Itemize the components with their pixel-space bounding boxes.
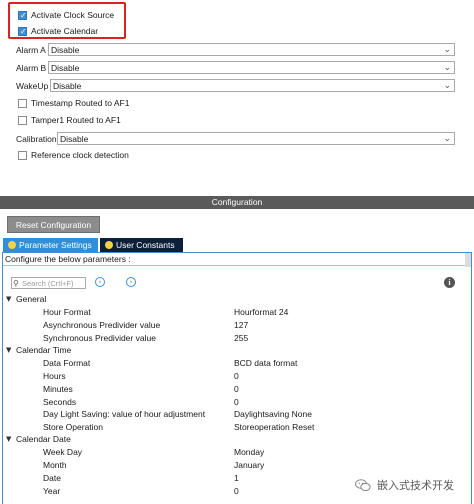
tamper1-af1-option[interactable]: Tamper1 Routed to AF1 (18, 113, 121, 127)
param-row[interactable]: Asynchronous Predivider value 127 (0, 319, 470, 332)
param-value[interactable]: 1 (234, 472, 239, 485)
activate-calendar-label: Activate Calendar (31, 26, 99, 36)
timestamp-af1-option[interactable]: Timestamp Routed to AF1 (18, 96, 129, 110)
tab-user-constants[interactable]: User Constants (100, 238, 183, 252)
alarm-b-row: Alarm B (16, 61, 46, 74)
chevron-down-icon: ⌄ (443, 81, 451, 91)
checkbox-unchecked-icon[interactable] (18, 98, 27, 108)
timestamp-af1-label: Timestamp Routed to AF1 (31, 98, 130, 108)
status-dot-icon (8, 241, 16, 249)
param-name: Day Light Saving: value of hour adjustme… (43, 409, 206, 419)
param-value[interactable]: 0 (234, 370, 239, 383)
next-result-icon[interactable]: › (126, 277, 136, 287)
search-icon: ⚲ (13, 279, 19, 288)
param-value[interactable]: BCD data format (234, 357, 297, 370)
param-value[interactable]: 127 (234, 319, 248, 332)
param-row[interactable]: Minutes 0 (0, 383, 470, 396)
configuration-header: Configuration (0, 196, 474, 209)
checkbox-unchecked-icon[interactable] (18, 150, 27, 160)
activate-clock-source-label: Activate Clock Source (31, 10, 115, 20)
alarm-a-select[interactable]: Disable ⌄ (48, 43, 455, 56)
chevron-down-icon: ▼ (6, 435, 12, 443)
param-value[interactable]: 0 (234, 383, 239, 396)
param-name: Hours (43, 371, 66, 381)
info-icon[interactable]: i (444, 277, 455, 288)
activate-calendar-option[interactable]: Activate Calendar (18, 24, 98, 38)
checkbox-checked-icon[interactable] (18, 26, 27, 36)
group-title: Calendar Date (16, 434, 71, 444)
wakeup-select[interactable]: Disable ⌄ (50, 79, 455, 92)
param-row[interactable]: Hour Format Hourformat 24 (0, 306, 470, 319)
wakeup-row: WakeUp (16, 79, 48, 92)
alarm-b-value: Disable (51, 62, 80, 73)
scrollbar[interactable] (465, 253, 471, 267)
search-placeholder: Search (Crtl+F) (22, 278, 74, 288)
alarm-b-select[interactable]: Disable ⌄ (48, 61, 455, 74)
watermark-text: 嵌入式技术开发 (377, 480, 454, 492)
wakeup-label: WakeUp (16, 80, 49, 91)
param-row[interactable]: Day Light Saving: value of hour adjustme… (0, 408, 470, 421)
param-name: Month (43, 460, 67, 470)
chevron-down-icon: ▼ (6, 295, 12, 303)
rtc-mode-panel: Activate Clock Source Activate Calendar … (0, 0, 474, 190)
group-title: Calendar Time (16, 345, 72, 355)
alarm-a-label: Alarm A (16, 44, 46, 55)
alarm-a-row: Alarm A (16, 43, 46, 56)
checkbox-unchecked-icon[interactable] (18, 115, 27, 125)
param-row[interactable]: Hours 0 (0, 370, 470, 383)
chevron-down-icon: ⌄ (443, 45, 451, 55)
tab-user-constants-label: User Constants (116, 240, 175, 250)
divider (3, 265, 465, 266)
param-value[interactable]: 0 (234, 485, 239, 498)
search-input[interactable]: ⚲ Search (Crtl+F) (11, 277, 86, 289)
alarm-a-value: Disable (51, 44, 80, 55)
tab-parameter-settings-label: Parameter Settings (19, 240, 92, 250)
status-dot-icon (105, 241, 113, 249)
param-value[interactable]: Daylightsaving None (234, 408, 312, 421)
reference-clock-label: Reference clock detection (31, 150, 129, 160)
chevron-down-icon: ⌄ (443, 63, 451, 73)
tamper1-af1-label: Tamper1 Routed to AF1 (31, 115, 121, 125)
group-general[interactable]: ▼ General (0, 293, 470, 306)
param-name: Asynchronous Predivider value (43, 320, 161, 330)
param-name: Data Format (43, 358, 91, 368)
checkbox-checked-icon[interactable] (18, 10, 27, 20)
param-value[interactable]: Monday (234, 446, 264, 459)
param-row[interactable]: Data Format BCD data format (0, 357, 470, 370)
calibration-value: Disable (60, 133, 89, 144)
chevron-down-icon: ⌄ (443, 134, 451, 144)
param-name: Week Day (43, 447, 83, 457)
param-row[interactable]: Month January (0, 459, 470, 472)
param-name: Minutes (43, 384, 73, 394)
chevron-down-icon: ▼ (6, 346, 12, 354)
calibration-select[interactable]: Disable ⌄ (57, 132, 455, 145)
wakeup-value: Disable (53, 80, 82, 91)
wechat-icon (355, 478, 371, 491)
activate-clock-source-option[interactable]: Activate Clock Source (18, 8, 114, 22)
param-name: Date (43, 473, 61, 483)
watermark: 嵌入式技术开发 (355, 476, 454, 494)
param-name: Hour Format (43, 307, 91, 317)
calibration-label: Calibration (16, 133, 57, 144)
reference-clock-option[interactable]: Reference clock detection (18, 148, 129, 162)
param-row[interactable]: Week Day Monday (0, 446, 470, 459)
previous-result-icon[interactable]: ‹ (95, 277, 105, 287)
group-title: General (16, 294, 47, 304)
param-value[interactable]: Hourformat 24 (234, 306, 288, 319)
group-calendar-date[interactable]: ▼ Calendar Date (0, 433, 470, 446)
configure-hint: Configure the below parameters : (5, 254, 131, 264)
alarm-b-label: Alarm B (16, 62, 47, 73)
calibration-row: Calibration (16, 132, 57, 145)
group-calendar-time[interactable]: ▼ Calendar Time (0, 344, 470, 357)
tab-parameter-settings[interactable]: Parameter Settings (3, 238, 98, 252)
param-name: Year (43, 486, 61, 496)
reset-configuration-button[interactable]: Reset Configuration (7, 216, 100, 233)
param-value[interactable]: January (234, 459, 264, 472)
